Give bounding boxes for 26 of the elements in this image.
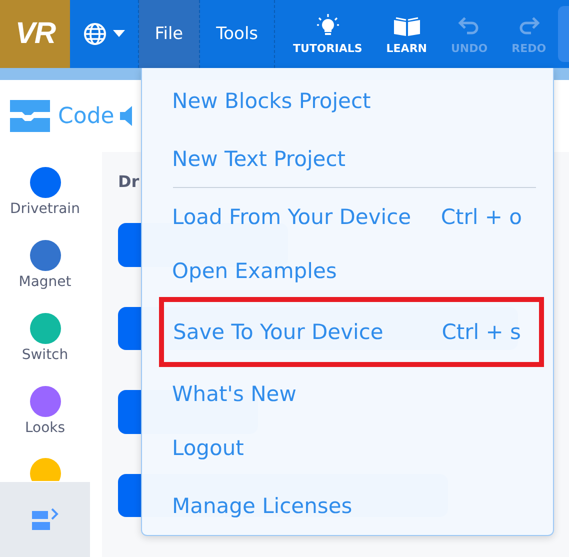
- menu-item[interactable]: Open Examples: [159, 246, 536, 298]
- tutorials-button[interactable]: TUTORIALS: [280, 0, 374, 68]
- menu-item[interactable]: Save To Your Device Ctrl + s: [164, 302, 539, 362]
- menu-item[interactable]: New Blocks Project: [159, 72, 536, 130]
- lightbulb-icon: [316, 14, 340, 38]
- menu-item[interactable]: Manage Licenses: [159, 477, 536, 535]
- caret-icon: [113, 30, 125, 38]
- palette-heading: Dr: [118, 172, 140, 191]
- category-button[interactable]: Switch: [0, 303, 90, 376]
- extensions-button[interactable]: [0, 482, 90, 557]
- panel-tab[interactable]: [558, 6, 569, 62]
- category-button[interactable]: Looks: [0, 376, 90, 449]
- code-tab-title[interactable]: Code: [58, 104, 114, 128]
- menu-item[interactable]: Load From Your Device Ctrl + o: [159, 188, 536, 246]
- menu-item[interactable]: New Text Project: [159, 130, 536, 188]
- category-button[interactable]: Magnet: [0, 230, 90, 303]
- globe-icon: [83, 22, 107, 46]
- logo: VR: [0, 0, 70, 68]
- code-blocks-icon: [8, 98, 52, 134]
- category-button[interactable]: Drivetrain: [0, 157, 90, 230]
- speaker-icon: [120, 105, 134, 127]
- extension-blocks-icon: [30, 506, 60, 532]
- menu-tab[interactable]: File: [138, 0, 200, 68]
- menu-item[interactable]: What's New: [159, 367, 536, 420]
- learn-button[interactable]: LEARN: [374, 0, 439, 68]
- menu-item[interactable]: Logout: [159, 419, 536, 478]
